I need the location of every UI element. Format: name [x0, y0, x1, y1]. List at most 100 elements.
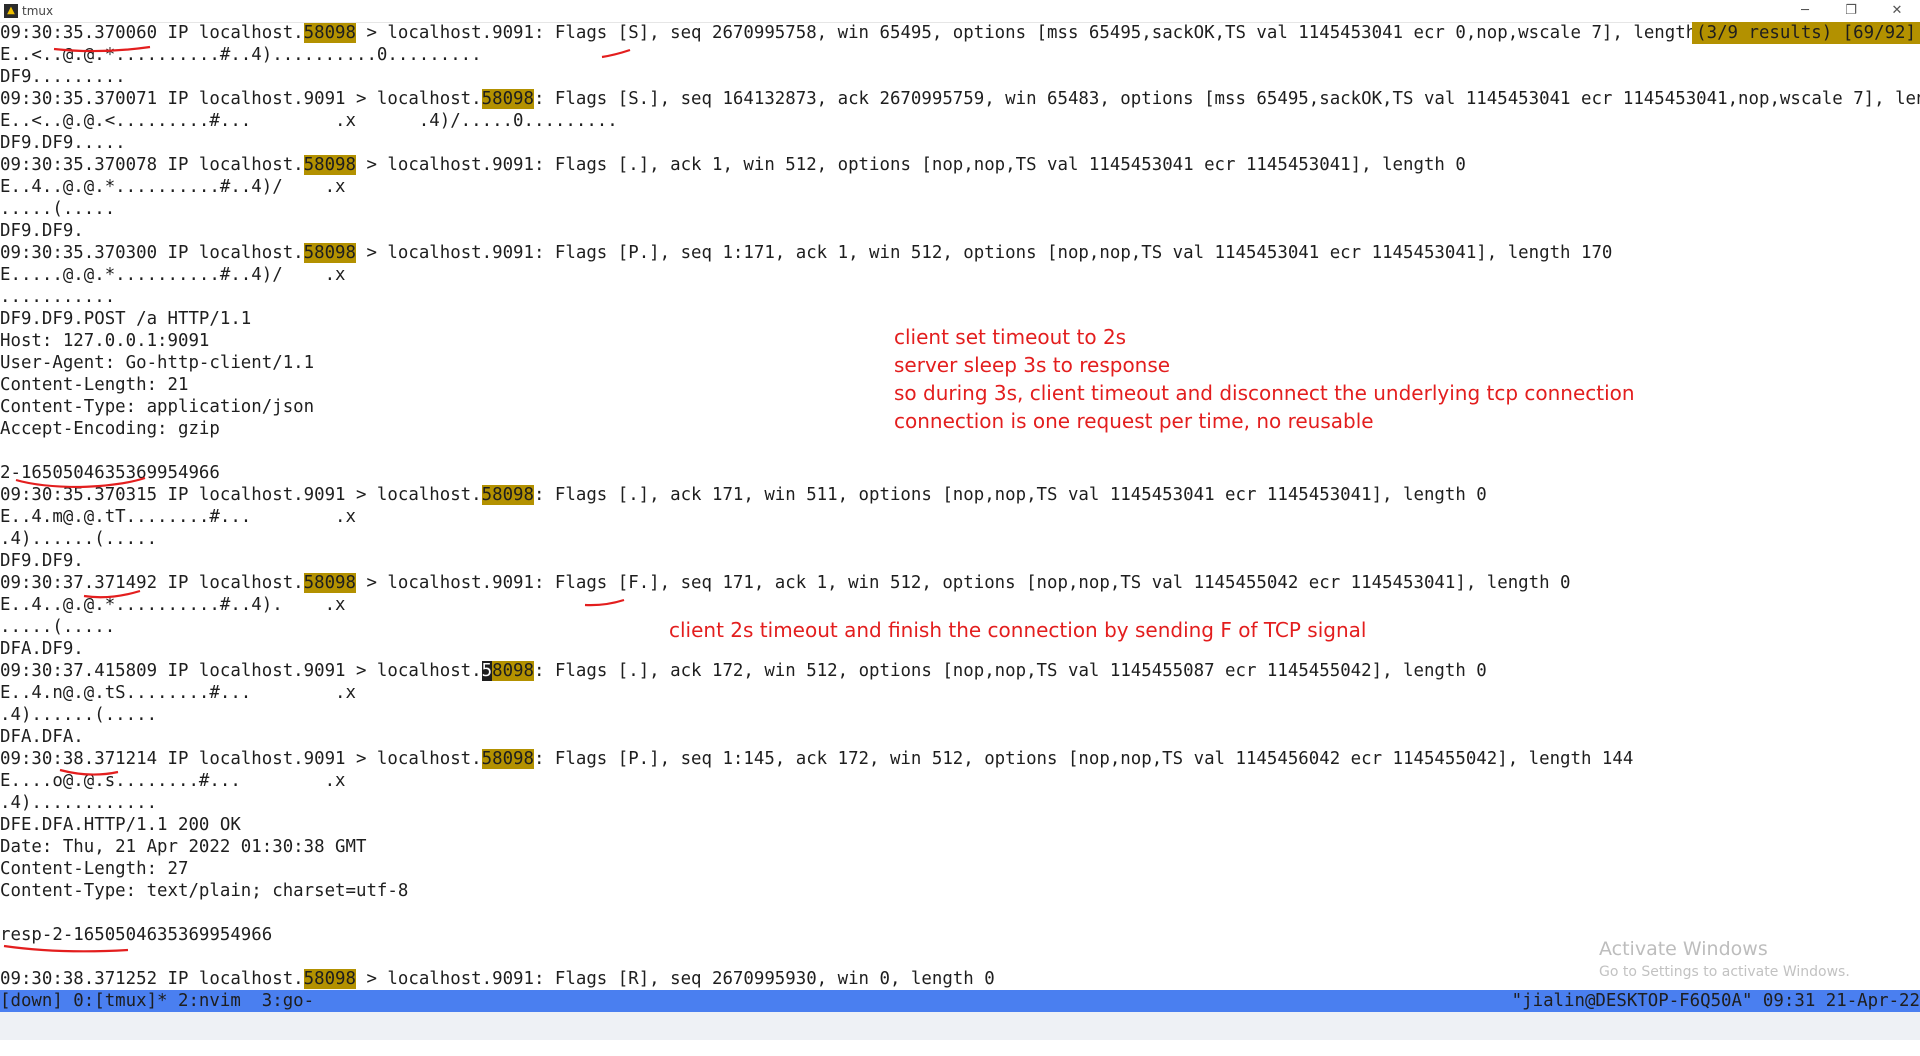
window-title: tmux — [22, 4, 54, 18]
terminal-line: DFA.DF9. — [0, 638, 84, 660]
terminal-text: > localhost.9091: Flags [F.], seq 171, a… — [356, 573, 1571, 593]
terminal-line: 09:30:38.371252 IP localhost.58098 > loc… — [0, 968, 995, 990]
terminal-text: .....(..... — [0, 617, 116, 637]
terminal-text: .....(..... — [0, 199, 116, 219]
terminal-line: DF9......... — [0, 66, 126, 88]
terminal-text: E..4.n@.@.tS........#... .x — [0, 683, 356, 703]
terminal-text: E..<..@.@.*..........#..4)..........0...… — [0, 45, 482, 65]
terminal-line: E..<..@.@.<.........#... .x .4)/.....0..… — [0, 110, 618, 132]
taskbar-strip — [0, 1012, 1920, 1040]
terminal-line: Content-Length: 27 — [0, 858, 188, 880]
terminal-text: DF9.DF9. — [0, 221, 84, 241]
annotation-timeout-note: client set timeout to 2s server sleep 3s… — [894, 325, 1635, 433]
terminal-text: E..4..@.@.*..........#..4)/ .x — [0, 177, 346, 197]
terminal-text: resp-2-1650504635369954966 — [0, 925, 273, 945]
terminal-text: > localhost.9091: Flags [R], seq 2670995… — [356, 969, 995, 989]
terminal-text: Host: 127.0.0.1:9091 — [0, 331, 210, 351]
terminal-text: DFA.DF9. — [0, 639, 84, 659]
terminal-text: : Flags [S.], seq 164132873, ack 2670995… — [533, 89, 1920, 109]
search-match-highlight: 58098 — [303, 573, 356, 593]
search-match-highlight: 58098 — [303, 155, 356, 175]
search-match-highlight: 58098 — [303, 969, 356, 989]
terminal-text: DFA.DFA. — [0, 727, 84, 747]
minimize-button[interactable]: ─ — [1782, 0, 1828, 22]
terminal-text: DF9......... — [0, 67, 126, 87]
window-titlebar: ▲ tmux ─ ❐ ✕ — [0, 0, 1920, 23]
terminal-text: ........... — [0, 287, 116, 307]
terminal-line: .....(..... — [0, 616, 115, 638]
terminal-text: Content-Length: 27 — [0, 859, 189, 879]
terminal-line: .4)......(..... — [0, 704, 157, 726]
terminal-text: DF9.DF9..... — [0, 133, 126, 153]
activation-watermark-title: Activate Windows — [1599, 938, 1768, 960]
terminal-line: 09:30:37.415809 IP localhost.9091 > loca… — [0, 660, 1487, 682]
restore-button[interactable]: ❐ — [1828, 0, 1874, 22]
terminal-line: .4)............ — [0, 792, 157, 814]
search-match-highlight: 58098 — [481, 89, 534, 109]
terminal-line: E..4..@.@.*..........#..4). .x — [0, 594, 346, 616]
terminal-text: E....o@.@.s........#... .x — [0, 771, 346, 791]
terminal-line: E..4.n@.@.tS........#... .x — [0, 682, 356, 704]
terminal-line: DF9.DF9..... — [0, 132, 126, 154]
terminal-text: E..<..@.@.<.........#... .x .4)/.....0..… — [0, 111, 618, 131]
terminal-text: > localhost.9091: Flags [S], seq 2670995… — [356, 23, 1718, 43]
search-match-highlight: 58098 — [481, 749, 534, 769]
terminal-line: 09:30:35.370315 IP localhost.9091 > loca… — [0, 484, 1487, 506]
terminal-cursor: 5 — [481, 661, 493, 681]
terminal-line: ........... — [0, 286, 115, 308]
terminal-text: 09:30:35.370300 IP localhost. — [0, 243, 304, 263]
terminal-text: : Flags [.], ack 171, win 511, options [… — [533, 485, 1487, 505]
terminal-line: 09:30:38.371214 IP localhost.9091 > loca… — [0, 748, 1633, 770]
terminal-text: > localhost.9091: Flags [P.], seq 1:171,… — [356, 243, 1613, 263]
terminal-line: E.....@.@.*..........#..4)/ .x — [0, 264, 346, 286]
terminal-line: .....(..... — [0, 198, 115, 220]
search-result-counter: (3/9 results) [69/92] — [1692, 22, 1920, 44]
terminal-text: 2-1650504635369954966 — [0, 463, 220, 483]
terminal-text: Date: Thu, 21 Apr 2022 01:30:38 GMT — [0, 837, 367, 857]
terminal-text: 09:30:37.371492 IP localhost. — [0, 573, 304, 593]
terminal-text: E..4.m@.@.tT........#... .x — [0, 507, 356, 527]
terminal-pane[interactable]: 09:30:35.370060 IP localhost.58098 > loc… — [0, 22, 1920, 990]
terminal-line: DF9.DF9. — [0, 220, 84, 242]
terminal-line: 09:30:35.370060 IP localhost.58098 > loc… — [0, 22, 1717, 44]
terminal-line: Content-Length: 21 — [0, 374, 188, 396]
terminal-text: DF9.DF9. — [0, 551, 84, 571]
tmux-app-icon: ▲ — [4, 4, 18, 18]
terminal-line: 09:30:35.370071 IP localhost.9091 > loca… — [0, 88, 1920, 110]
terminal-text: Accept-Encoding: gzip — [0, 419, 220, 439]
terminal-line: 09:30:37.371492 IP localhost.58098 > loc… — [0, 572, 1571, 594]
terminal-text: 09:30:35.370071 IP localhost.9091 > loca… — [0, 89, 482, 109]
terminal-line: User-Agent: Go-http-client/1.1 — [0, 352, 314, 374]
terminal-line: E..<..@.@.*..........#..4)..........0...… — [0, 44, 482, 66]
terminal-text: 09:30:35.370315 IP localhost.9091 > loca… — [0, 485, 482, 505]
terminal-line: resp-2-1650504635369954966 — [0, 924, 272, 946]
terminal-line: Date: Thu, 21 Apr 2022 01:30:38 GMT — [0, 836, 366, 858]
tmux-status-right: "jialin@DESKTOP-F6Q50A" 09:31 21-Apr-22 — [1511, 991, 1920, 1011]
terminal-text: Content-Type: text/plain; charset=utf-8 — [0, 881, 409, 901]
terminal-line: E..4..@.@.*..........#..4)/ .x — [0, 176, 346, 198]
terminal-line: DF9.DF9.POST /a HTTP/1.1 — [0, 308, 251, 330]
terminal-line: .4)......(..... — [0, 528, 157, 550]
terminal-text: E.....@.@.*..........#..4)/ .x — [0, 265, 346, 285]
search-match-highlight: 58098 — [303, 243, 356, 263]
terminal-text: DF9.DF9.POST /a HTTP/1.1 — [0, 309, 252, 329]
terminal-text: Content-Length: 21 — [0, 375, 189, 395]
terminal-text: 09:30:37.415809 IP localhost.9091 > loca… — [0, 661, 482, 681]
terminal-text: 09:30:35.370078 IP localhost. — [0, 155, 304, 175]
terminal-line: 2-1650504635369954966 — [0, 462, 220, 484]
terminal-line: Content-Type: text/plain; charset=utf-8 — [0, 880, 408, 902]
annotation-fin-note: client 2s timeout and finish the connect… — [669, 618, 1367, 642]
terminal-text: DFE.DFA.HTTP/1.1 200 OK — [0, 815, 241, 835]
terminal-text: 09:30:38.371252 IP localhost. — [0, 969, 304, 989]
terminal-text: .4)......(..... — [0, 529, 158, 549]
terminal-line: DFE.DFA.HTTP/1.1 200 OK — [0, 814, 241, 836]
terminal-line: Accept-Encoding: gzip — [0, 418, 220, 440]
search-match-highlight: 58098 — [303, 23, 356, 43]
terminal-line: Host: 127.0.0.1:9091 — [0, 330, 209, 352]
terminal-text: .4)............ — [0, 793, 158, 813]
terminal-line: DFA.DFA. — [0, 726, 84, 748]
close-button[interactable]: ✕ — [1874, 0, 1920, 22]
tmux-window-list[interactable]: [down] 0:[tmux]* 2:nvim 3:go- — [0, 990, 314, 1012]
terminal-text: .4)......(..... — [0, 705, 158, 725]
search-match-highlight: 58098 — [481, 485, 534, 505]
